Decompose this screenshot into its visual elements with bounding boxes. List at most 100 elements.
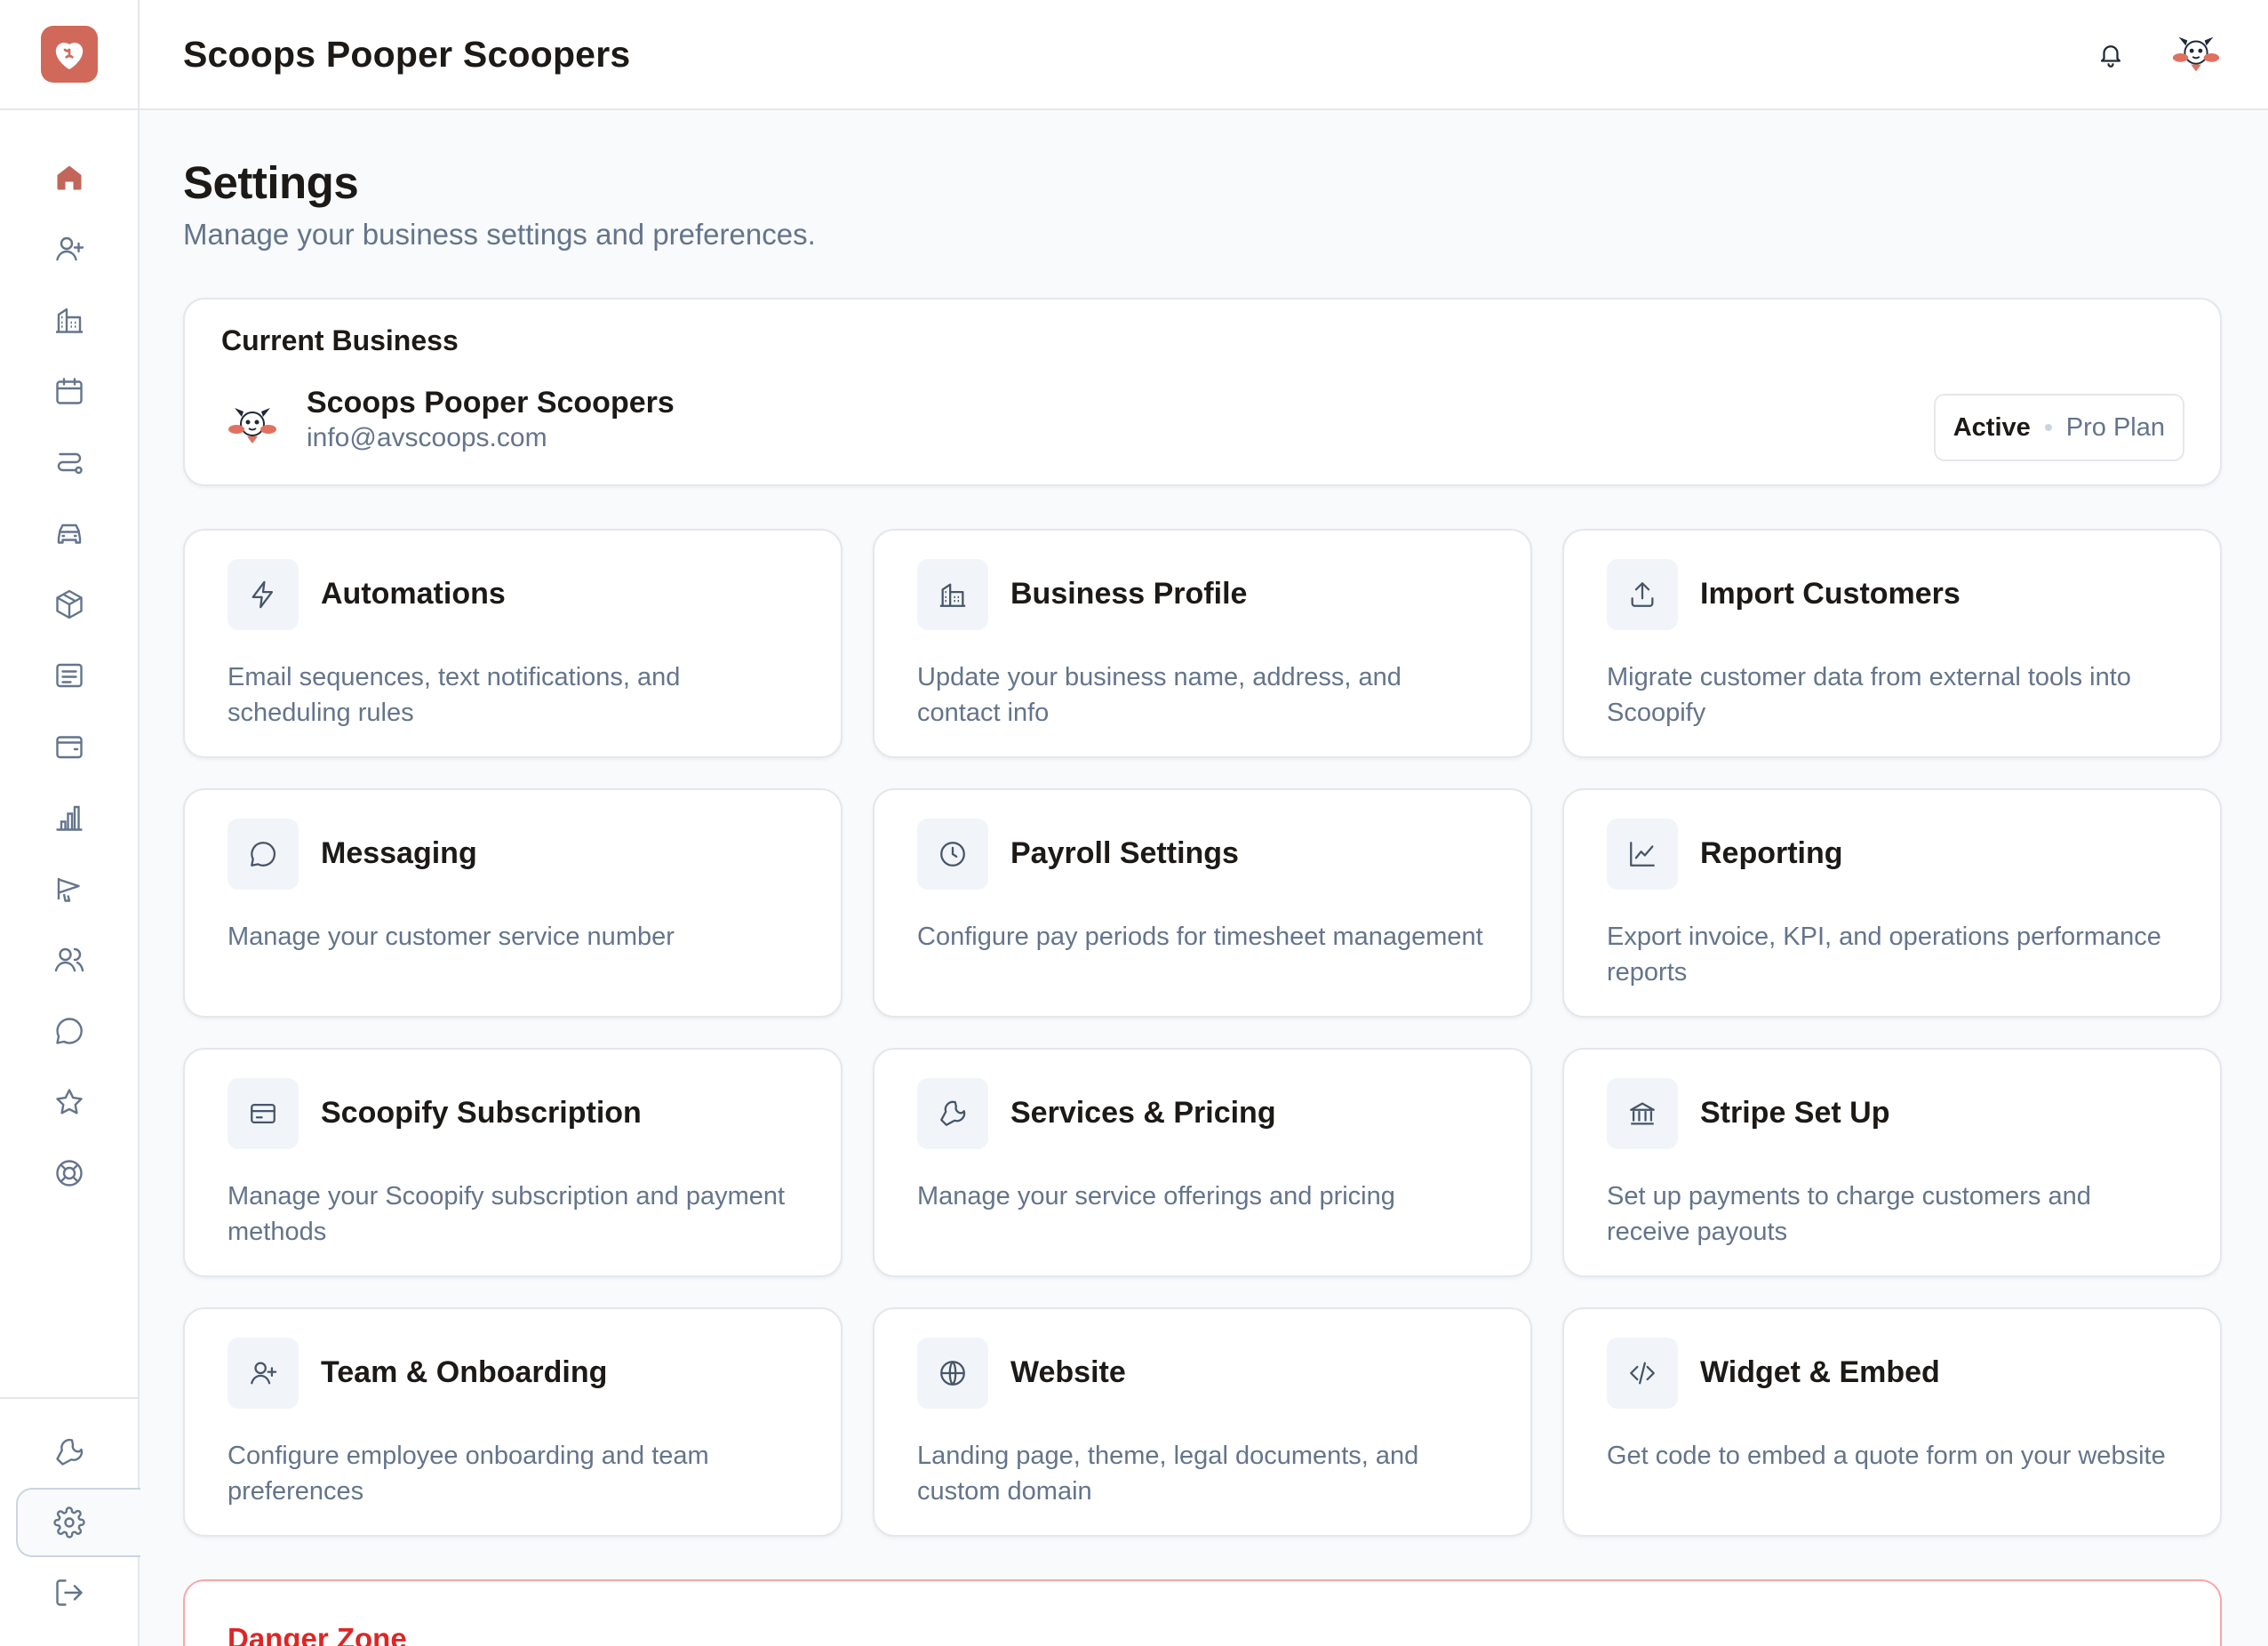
main-content: Settings Manage your business settings a… bbox=[183, 110, 2222, 1646]
card-icon-box bbox=[917, 1078, 988, 1149]
card-title: Payroll Settings bbox=[1010, 836, 1239, 870]
sidebar-item-help[interactable] bbox=[0, 1138, 138, 1209]
document-icon bbox=[55, 663, 83, 688]
business-logo bbox=[224, 397, 281, 454]
sidebar-item-logout[interactable] bbox=[0, 1557, 138, 1628]
page-subtitle: Manage your business settings and prefer… bbox=[183, 218, 816, 251]
status-badge: Active bbox=[1953, 412, 2031, 442]
car-icon bbox=[57, 523, 81, 544]
settings-card-reporting[interactable]: Reporting Export invoice, KPI, and opera… bbox=[1562, 788, 2222, 1018]
settings-card-widget-embed[interactable]: Widget & Embed Get code to embed a quote… bbox=[1562, 1307, 2222, 1537]
sidebar-item-vehicles[interactable] bbox=[0, 498, 138, 569]
user-plus-icon bbox=[55, 236, 84, 261]
card-description: Configure pay periods for timesheet mana… bbox=[917, 923, 1483, 951]
sidebar-item-settings[interactable] bbox=[16, 1488, 140, 1557]
settings-card-automations[interactable]: Automations Email sequences, text notifi… bbox=[183, 529, 843, 758]
sidebar-item-calendar[interactable] bbox=[0, 356, 138, 427]
card-title: Reporting bbox=[1700, 836, 1843, 870]
notifications-button[interactable] bbox=[2097, 41, 2124, 68]
current-business-label: Current Business bbox=[221, 324, 459, 356]
card-title: Stripe Set Up bbox=[1700, 1096, 1890, 1130]
card-title: Widget & Embed bbox=[1700, 1355, 1940, 1389]
lifebuoy-icon bbox=[55, 1160, 83, 1187]
danger-zone-title: Danger Zone bbox=[228, 1622, 407, 1646]
sidebar-item-payments[interactable] bbox=[0, 711, 138, 782]
brain-heart-logo-icon bbox=[55, 43, 83, 69]
card-description: Manage your Scoopify subscription and pa… bbox=[228, 1182, 786, 1246]
settings-card-subscription[interactable]: Scoopify Subscription Manage your Scoopi… bbox=[183, 1048, 843, 1277]
app-logo[interactable] bbox=[40, 26, 98, 83]
card-description: Email sequences, text notifications, and… bbox=[228, 663, 681, 727]
sidebar-item-marketing[interactable] bbox=[0, 853, 138, 924]
sidebar-item-add-customer[interactable] bbox=[0, 213, 138, 284]
card-icon-box bbox=[1607, 1078, 1678, 1149]
settings-grid: Automations Email sequences, text notifi… bbox=[183, 529, 2222, 1537]
sidebar-item-reports[interactable] bbox=[0, 782, 138, 853]
card-description: Set up payments to charge customers and … bbox=[1607, 1182, 2091, 1246]
settings-card-website[interactable]: Website Landing page, theme, legal docum… bbox=[873, 1307, 1532, 1537]
card-title: Team & Onboarding bbox=[321, 1355, 608, 1389]
sidebar-item-invoices[interactable] bbox=[0, 640, 138, 711]
home-icon bbox=[57, 165, 81, 190]
bar-chart-icon bbox=[55, 805, 83, 831]
settings-card-messaging[interactable]: Messaging Manage your customer service n… bbox=[183, 788, 843, 1018]
card-title: Website bbox=[1010, 1355, 1126, 1389]
lightning-icon bbox=[252, 580, 274, 609]
plan-label: Pro Plan bbox=[2065, 412, 2165, 442]
card-description: Update your business name, address, and … bbox=[917, 663, 1402, 727]
badge-separator-dot bbox=[2044, 424, 2052, 431]
settings-card-services-pricing[interactable]: Services & Pricing Manage your service o… bbox=[873, 1048, 1532, 1277]
mascot-avatar-icon bbox=[2172, 36, 2220, 72]
settings-card-stripe[interactable]: Stripe Set Up Set up payments to charge … bbox=[1562, 1048, 2222, 1277]
sidebar-item-messages[interactable] bbox=[0, 995, 138, 1067]
package-icon bbox=[55, 589, 83, 619]
sidebar-logo-area bbox=[0, 0, 138, 110]
card-icon-box bbox=[228, 819, 299, 890]
wrench-icon bbox=[55, 1438, 83, 1466]
card-title: Business Profile bbox=[1010, 577, 1248, 611]
credit-card-icon bbox=[251, 1103, 276, 1124]
current-business-card: Current Business Scoops Pooper Scoopers … bbox=[183, 298, 2222, 486]
card-icon-box bbox=[1607, 559, 1678, 630]
logout-icon bbox=[55, 1579, 83, 1606]
settings-card-business-profile[interactable]: Business Profile Update your business na… bbox=[873, 529, 1532, 758]
danger-zone-card: Danger Zone bbox=[183, 1579, 2222, 1646]
card-description: Manage your service offerings and pricin… bbox=[917, 1182, 1395, 1211]
star-icon bbox=[55, 1089, 83, 1115]
business-name-heading: Scoops Pooper Scoopers bbox=[183, 33, 631, 75]
mascot-logo-icon bbox=[228, 408, 276, 443]
sidebar-item-home[interactable] bbox=[0, 142, 138, 213]
sidebar bbox=[0, 0, 140, 1646]
card-icon-box bbox=[1607, 819, 1678, 890]
sidebar-item-team[interactable] bbox=[0, 924, 138, 995]
settings-card-payroll[interactable]: Payroll Settings Configure pay periods f… bbox=[873, 788, 1532, 1018]
settings-card-team-onboarding[interactable]: Team & Onboarding Configure employee onb… bbox=[183, 1307, 843, 1537]
card-icon-box bbox=[917, 559, 988, 630]
current-business-name: Scoops Pooper Scoopers bbox=[307, 386, 675, 419]
upload-icon bbox=[1631, 582, 1654, 607]
wallet-icon bbox=[55, 736, 83, 759]
sidebar-item-inventory[interactable] bbox=[0, 569, 138, 640]
plan-status-badge: Active Pro Plan bbox=[1933, 394, 2184, 461]
card-icon-box bbox=[917, 819, 988, 890]
sidebar-item-businesses[interactable] bbox=[0, 284, 138, 356]
card-description: Export invoice, KPI, and operations perf… bbox=[1607, 923, 2161, 987]
top-bar: Scoops Pooper Scoopers bbox=[140, 0, 2268, 110]
card-description: Get code to embed a quote form on your w… bbox=[1607, 1442, 2166, 1470]
users-icon bbox=[54, 947, 84, 972]
message-icon bbox=[55, 1018, 83, 1044]
sidebar-bottom bbox=[0, 1397, 140, 1628]
sidebar-item-tools[interactable] bbox=[0, 1417, 138, 1488]
page-title: Settings bbox=[183, 157, 359, 208]
card-description: Configure employee onboarding and team p… bbox=[228, 1442, 709, 1506]
code-icon bbox=[1630, 1362, 1655, 1385]
building-icon bbox=[939, 583, 966, 607]
sidebar-item-routes[interactable] bbox=[0, 427, 138, 498]
gear-icon bbox=[53, 1506, 85, 1538]
user-avatar[interactable] bbox=[2168, 27, 2224, 82]
card-icon-box bbox=[228, 1338, 299, 1409]
settings-card-import-customers[interactable]: Import Customers Migrate customer data f… bbox=[1562, 529, 2222, 758]
route-icon bbox=[57, 452, 83, 475]
sidebar-item-reviews[interactable] bbox=[0, 1067, 138, 1138]
sidebar-nav bbox=[0, 142, 138, 1209]
